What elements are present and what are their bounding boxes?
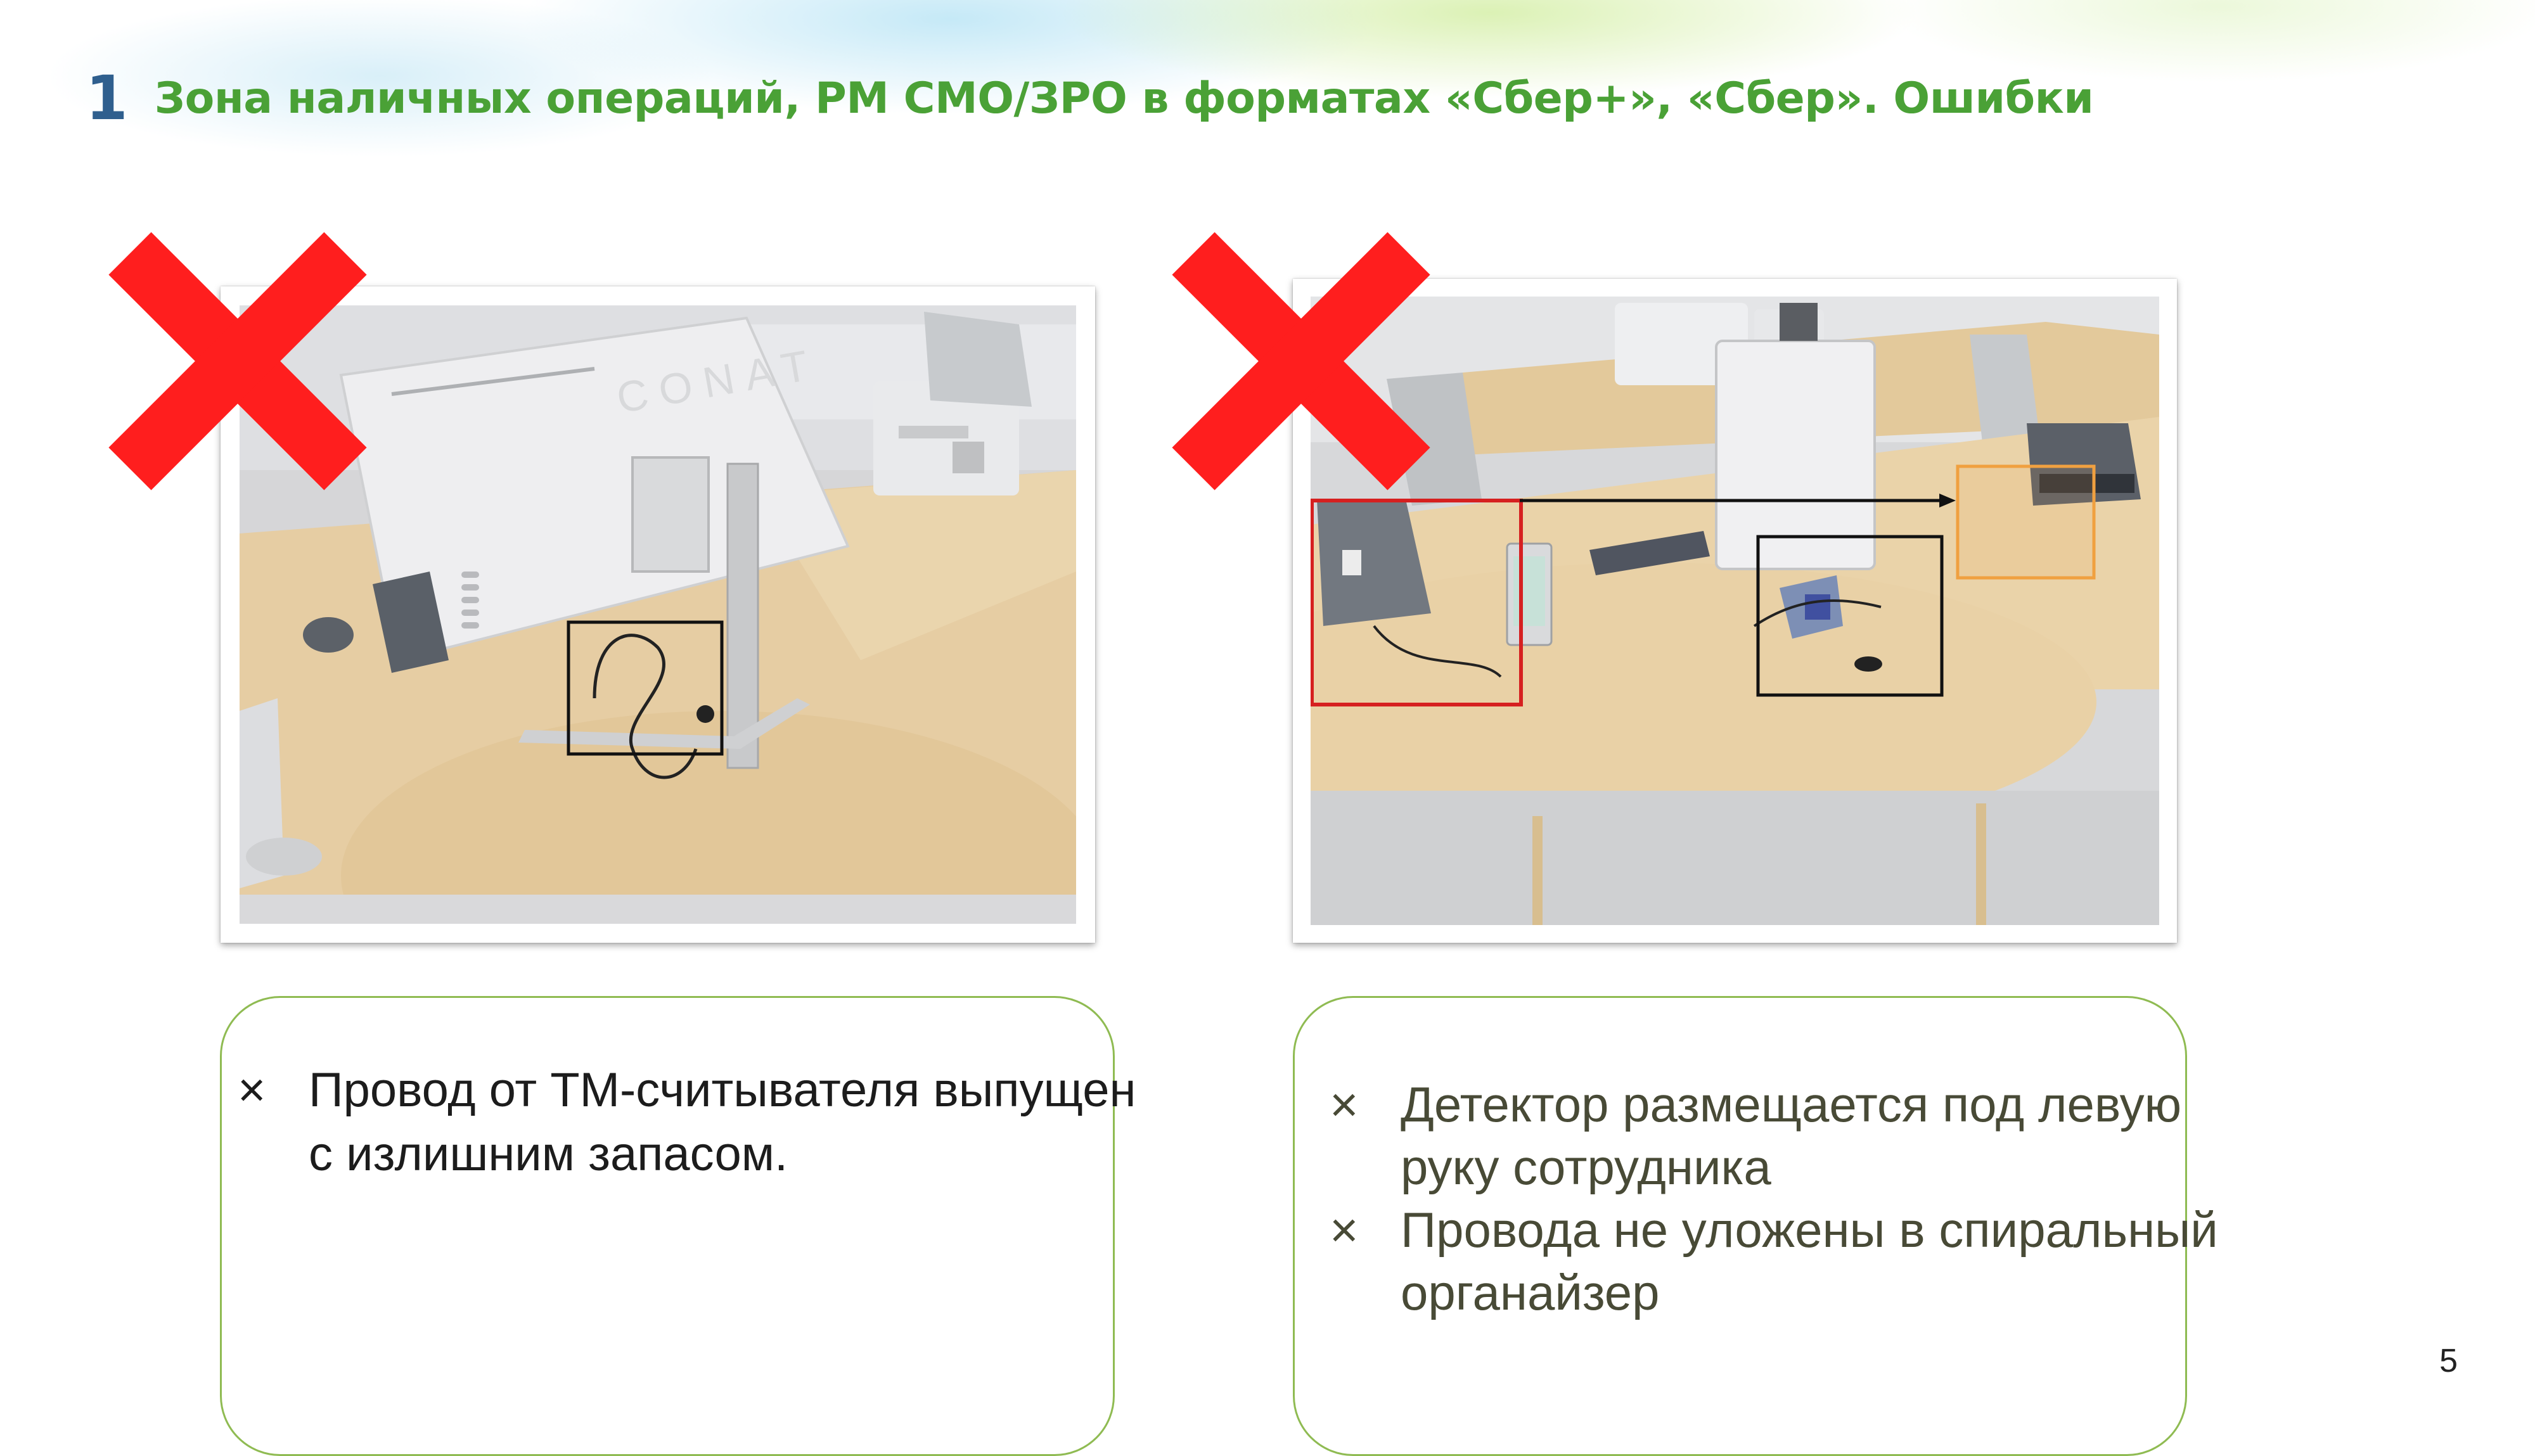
- bullet-cross-icon: ×: [1330, 1202, 1359, 1258]
- list-item: × Провода не уложены в спиральный органа…: [1330, 1199, 2280, 1324]
- slide-title: 1 Зона наличных операций, РМ СМО/ЗРО в ф…: [86, 60, 2094, 136]
- error-list-left: × Провод от ТМ-считывателя выпущен с изл…: [238, 1058, 1157, 1186]
- list-item-text: Провод от ТМ-считывателя выпущен с излиш…: [309, 1063, 1136, 1181]
- bullet-cross-icon: ×: [238, 1063, 266, 1117]
- page-number: 5: [2439, 1343, 2458, 1379]
- list-item-text: Провода не уложены в спиральный органайз…: [1401, 1202, 2218, 1320]
- title-text: Зона наличных операций, РМ СМО/ЗРО в фор…: [154, 73, 2094, 124]
- list-item: × Провод от ТМ-считывателя выпущен с изл…: [238, 1058, 1157, 1186]
- red-cross-icon: [108, 232, 367, 490]
- red-cross-icon: [1172, 232, 1430, 490]
- list-item-text: Детектор размещается под левую руку сотр…: [1401, 1076, 2182, 1195]
- error-list-right: × Детектор размещается под левую руку со…: [1330, 1073, 2280, 1324]
- section-number: 1: [86, 63, 128, 134]
- list-item: × Детектор размещается под левую руку со…: [1330, 1073, 2280, 1199]
- bullet-cross-icon: ×: [1330, 1076, 1359, 1132]
